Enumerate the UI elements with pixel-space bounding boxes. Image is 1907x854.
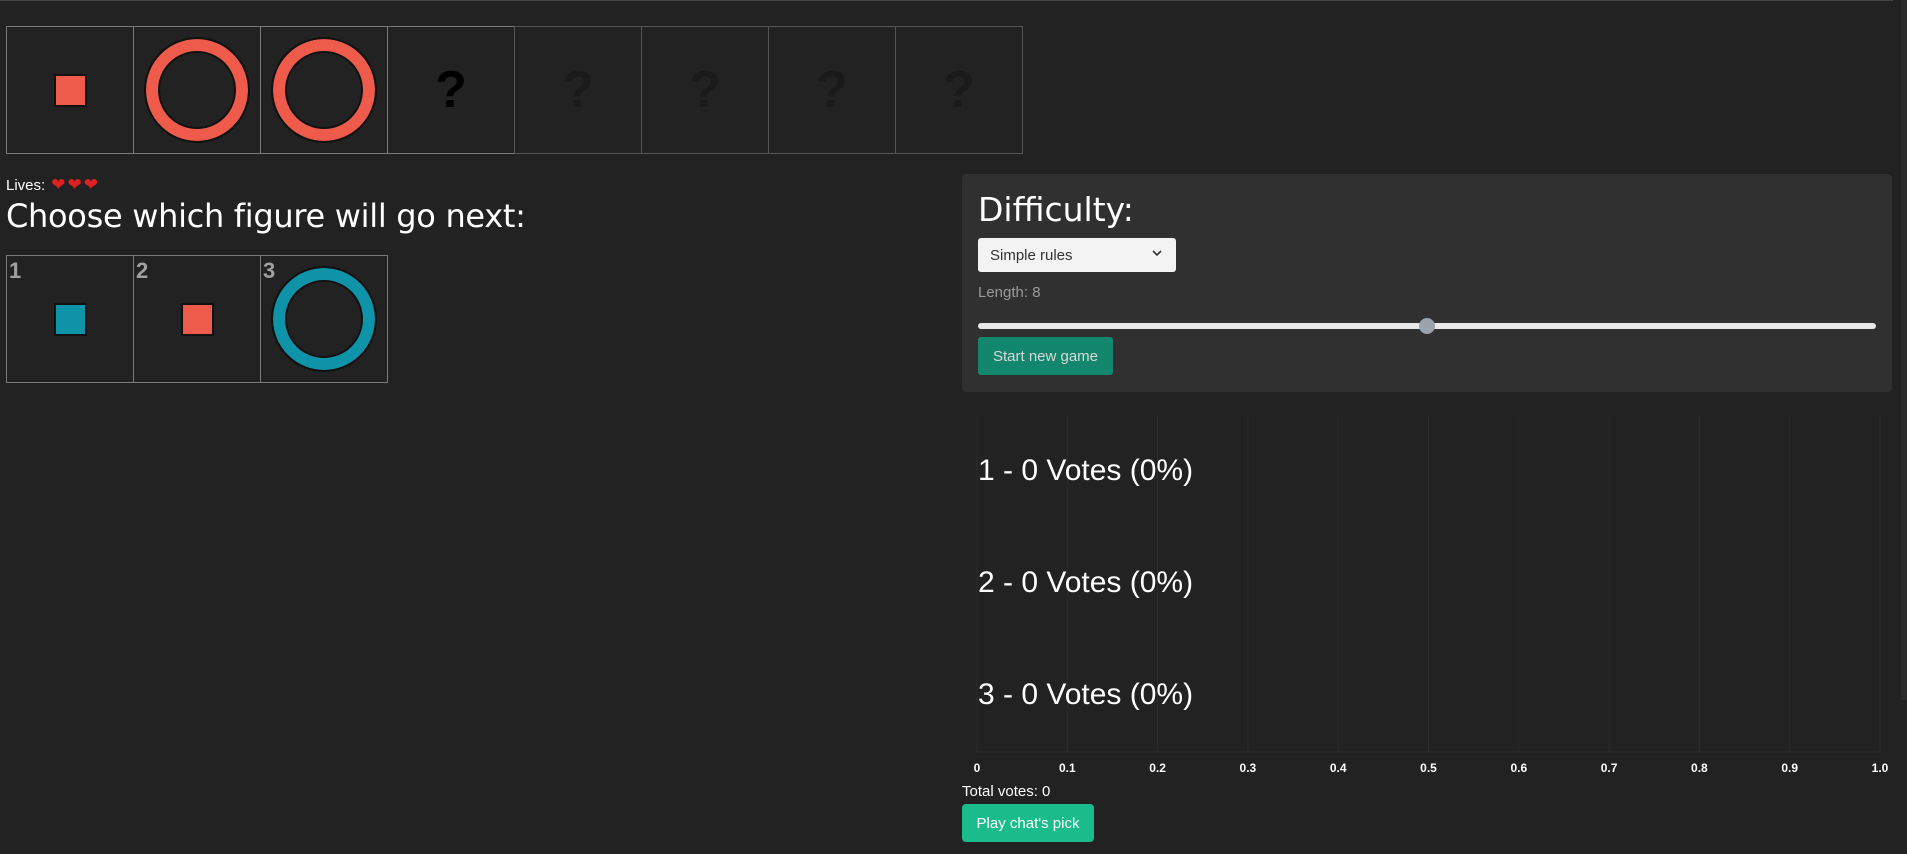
vote-data-label: 2 - 0 Votes (0%) <box>978 566 1194 599</box>
prompt-title: Choose which figure will go next: <box>6 197 526 235</box>
x-tick-label: 0.3 <box>1240 761 1257 775</box>
sequence-cell <box>260 26 388 154</box>
choice-options: 1 2 3 <box>6 255 388 383</box>
sequence-cell: ? <box>768 26 896 154</box>
square-figure <box>180 302 214 336</box>
x-tick-label: 0.7 <box>1601 761 1618 775</box>
sequence-cell: ? <box>514 26 642 154</box>
heart-icon: ❤ <box>67 175 82 194</box>
question-mark-icon: ? <box>943 61 975 119</box>
question-mark-icon: ? <box>816 61 848 119</box>
choice-option-2[interactable]: 2 <box>133 255 261 383</box>
x-tick-label: 0.4 <box>1330 761 1347 775</box>
slider-thumb[interactable] <box>1419 318 1435 334</box>
ring-figure <box>271 37 377 143</box>
heart-icon: ❤ <box>51 175 66 194</box>
top-divider <box>0 0 1893 1</box>
square-figure <box>53 73 87 107</box>
scrollbar[interactable] <box>1901 0 1907 700</box>
question-mark-icon: ? <box>435 61 467 119</box>
choice-option-1[interactable]: 1 <box>6 255 134 383</box>
choice-number: 2 <box>136 258 149 283</box>
sequence-cell: ? <box>895 26 1023 154</box>
start-new-game-button[interactable]: Start new game <box>978 337 1113 375</box>
length-label: Length: 8 <box>978 284 1041 301</box>
lives-label: Lives: <box>6 176 46 194</box>
question-mark-icon: ? <box>562 61 594 119</box>
difficulty-panel: Difficulty: Simple rules Length: 8 Start… <box>962 174 1892 392</box>
choice-number: 1 <box>9 258 22 283</box>
difficulty-title: Difficulty: <box>978 190 1134 229</box>
sequence-cell: ? <box>387 26 515 154</box>
vote-data-label: 3 - 0 Votes (0%) <box>978 678 1194 711</box>
lives-indicator: Lives: ❤ ❤ ❤ <box>6 176 98 194</box>
x-tick-label: 0.1 <box>1059 761 1076 775</box>
x-tick-label: 0.5 <box>1420 761 1437 775</box>
sequence-cell <box>6 26 134 154</box>
total-votes: Total votes: 0 <box>962 783 1051 800</box>
choice-number: 3 <box>263 258 276 283</box>
choice-option-3[interactable]: 3 <box>260 255 388 383</box>
sequence-cell: ? <box>641 26 769 154</box>
square-figure <box>53 302 87 336</box>
vote-data-label: 1 - 0 Votes (0%) <box>978 454 1194 487</box>
play-chats-pick-button[interactable]: Play chat's pick <box>962 804 1094 842</box>
difficulty-selected-value: Simple rules <box>990 246 1073 264</box>
x-tick-label: 0.6 <box>1510 761 1527 775</box>
x-tick-label: 1.0 <box>1872 761 1889 775</box>
x-tick-label: 0.2 <box>1149 761 1166 775</box>
sequence-cell <box>133 26 261 154</box>
length-slider[interactable] <box>978 316 1876 336</box>
ring-figure <box>271 266 377 372</box>
question-mark-icon: ? <box>689 61 721 119</box>
votes-chart: 0 0.1 0.2 0.3 0.4 0.5 0.6 0.7 0.8 0.9 1.0 1 - 0 Vot… <box>962 410 1892 780</box>
hearts: ❤ ❤ ❤ <box>49 176 98 194</box>
x-tick-label: 0.9 <box>1781 761 1798 775</box>
difficulty-select[interactable]: Simple rules <box>978 238 1176 272</box>
x-tick-label: 0.8 <box>1691 761 1708 775</box>
heart-icon: ❤ <box>83 175 98 194</box>
x-tick-label: 0 <box>974 761 981 775</box>
ring-figure <box>144 37 250 143</box>
chevron-down-icon <box>1150 246 1164 263</box>
figure-sequence: ????? <box>6 26 1023 154</box>
